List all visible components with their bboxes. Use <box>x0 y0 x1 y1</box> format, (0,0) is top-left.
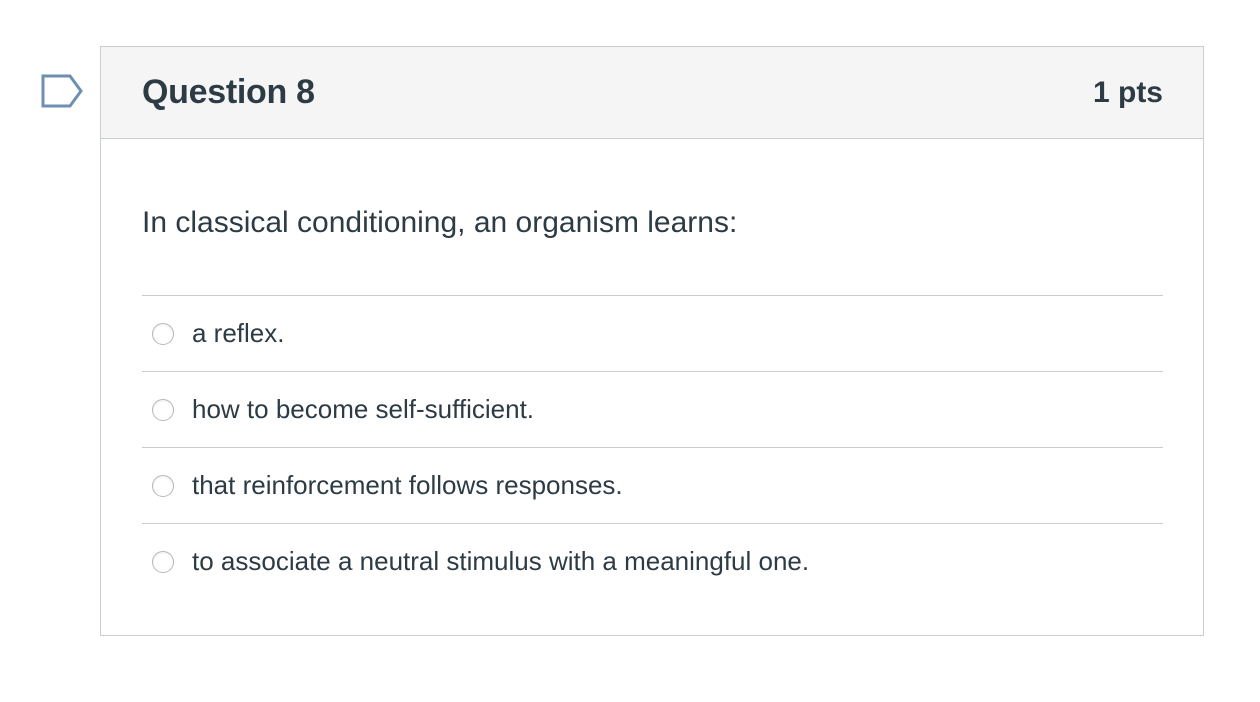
question-text: In classical conditioning, an organism l… <box>142 206 738 239</box>
answer-list: a reflex. how to become self-sufficient.… <box>142 295 1163 599</box>
question-title: Question 8 <box>142 73 315 111</box>
answer-option[interactable]: a reflex. <box>142 295 1163 371</box>
quiz-page: Question 8 1 pts In classical conditioni… <box>0 0 1260 702</box>
flag-question-icon-graphic <box>41 74 83 108</box>
question-body: In classical conditioning, an organism l… <box>101 139 1203 599</box>
answer-radio[interactable] <box>152 474 174 497</box>
answer-option[interactable]: to associate a neutral stimulus with a m… <box>142 523 1163 599</box>
answer-label: that reinforcement follows responses. <box>192 470 623 500</box>
answer-label: a reflex. <box>192 318 285 348</box>
flag-question-icon[interactable] <box>40 73 84 109</box>
answer-label: how to become self-sufficient. <box>192 394 535 424</box>
answer-option[interactable]: how to become self-sufficient. <box>142 371 1163 447</box>
question-header: Question 8 1 pts <box>101 47 1203 139</box>
question-points: 1 pts <box>1092 75 1163 109</box>
answer-radio[interactable] <box>152 550 174 573</box>
answer-radio[interactable] <box>152 322 174 345</box>
answer-label: to associate a neutral stimulus with a m… <box>192 546 810 576</box>
question-card: Question 8 1 pts In classical conditioni… <box>100 46 1204 636</box>
answer-option[interactable]: that reinforcement follows responses. <box>142 447 1163 523</box>
answer-radio[interactable] <box>152 398 174 421</box>
